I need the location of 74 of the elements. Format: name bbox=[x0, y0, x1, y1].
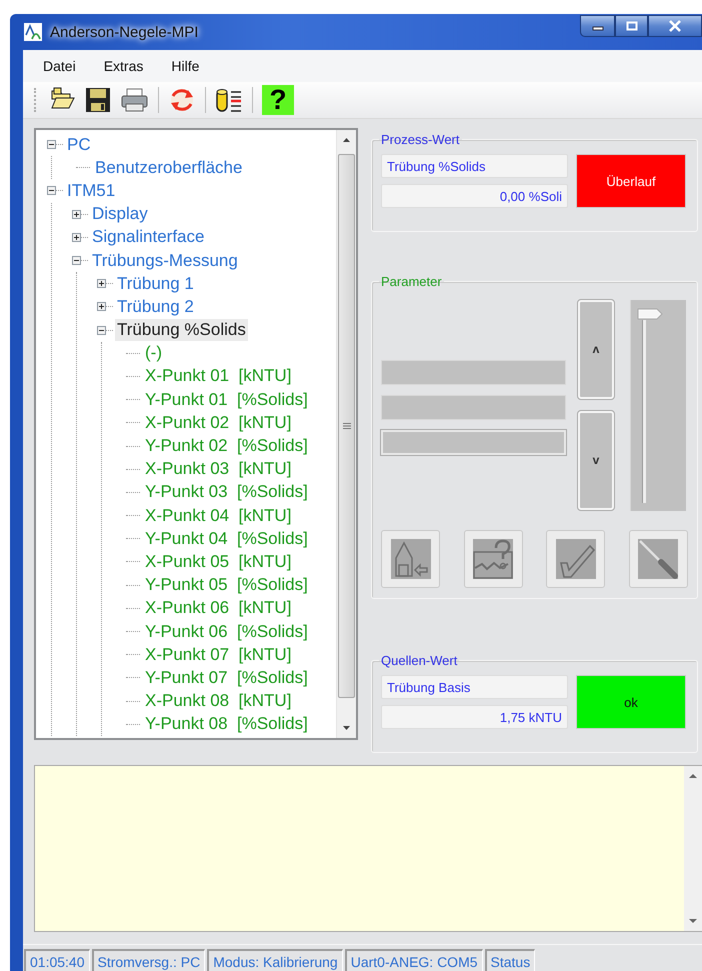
name-field: Trübung %Solids bbox=[381, 154, 568, 178]
chart-question-button[interactable] bbox=[464, 530, 523, 588]
status-text: 01:05:40 bbox=[24, 949, 90, 971]
tree-item[interactable]: Trübung 2 bbox=[115, 296, 196, 318]
value-field: 0,00 %Soli bbox=[381, 184, 568, 208]
name-field: Trübung Basis bbox=[381, 675, 568, 700]
tree-item[interactable]: Y-Punkt 06 [%Solids] bbox=[143, 620, 310, 643]
status-text: Uart0-ANEG: COM5 bbox=[344, 949, 483, 971]
tree-item[interactable]: Y-Punkt 02 [%Solids] bbox=[143, 435, 310, 458]
tree-item[interactable]: Y-Punkt 03 [%Solids] bbox=[143, 481, 310, 504]
tree-item[interactable]: Benutzeroberfläche bbox=[93, 156, 244, 179]
floppy-icon[interactable] bbox=[85, 87, 113, 113]
tree-item[interactable]: Y-Punkt 08 [%Solids] bbox=[143, 713, 310, 736]
scrollbar[interactable] bbox=[684, 766, 702, 931]
screwdriver-icon bbox=[637, 538, 680, 580]
house-arrow-button[interactable] bbox=[381, 530, 440, 588]
expand-icon[interactable] bbox=[97, 279, 106, 288]
close-button[interactable] bbox=[648, 15, 702, 37]
tree-item[interactable]: Y-Punkt 04 [%Solids] bbox=[143, 528, 310, 550]
menu-item[interactable]: Extras bbox=[94, 55, 152, 77]
screwdriver-button[interactable] bbox=[628, 530, 688, 588]
maximize-button[interactable] bbox=[615, 15, 648, 37]
check-icon bbox=[554, 538, 597, 580]
tree-item[interactable]: Trübung %Solids bbox=[115, 319, 248, 342]
expand-icon[interactable] bbox=[97, 302, 106, 312]
tree-item[interactable]: Trübungs-Messung bbox=[90, 250, 240, 272]
status-text: Modus: Kalibrierung bbox=[207, 949, 343, 971]
printer-icon[interactable] bbox=[121, 87, 149, 113]
slider-track[interactable] bbox=[630, 300, 686, 511]
tree-item[interactable]: Display bbox=[90, 203, 150, 226]
app-icon bbox=[24, 23, 42, 41]
database-list-icon[interactable] bbox=[215, 87, 243, 113]
tree-item[interactable]: Trübung 1 bbox=[115, 272, 196, 295]
collapse-icon[interactable] bbox=[47, 140, 56, 150]
tree-item[interactable]: X-Punkt 02 [kNTU] bbox=[143, 412, 294, 434]
tree-item[interactable]: X-Punkt 05 [kNTU] bbox=[143, 550, 294, 573]
status-indicator: ok bbox=[576, 675, 686, 730]
expand-icon[interactable] bbox=[72, 210, 81, 219]
refresh-icon[interactable] bbox=[168, 87, 196, 113]
minimize-button[interactable] bbox=[580, 15, 615, 37]
collapse-icon[interactable] bbox=[47, 186, 56, 196]
tree-item[interactable]: X-Punkt 08 [kNTU] bbox=[143, 690, 294, 712]
tree-item[interactable]: Signalinterface bbox=[90, 226, 206, 248]
value-field: 1,75 kNTU bbox=[381, 705, 568, 730]
tree-item[interactable]: X-Punkt 07 [kNTU] bbox=[143, 644, 294, 666]
tree-item[interactable]: Y-Punkt 07 [%Solids] bbox=[143, 666, 310, 689]
tree-item[interactable]: (-) bbox=[143, 342, 164, 364]
scrollbar[interactable] bbox=[336, 130, 356, 738]
tree-item[interactable]: ITM51 bbox=[65, 180, 118, 202]
chart-question-icon bbox=[472, 538, 514, 580]
group-title: Quellen-Wert bbox=[380, 653, 458, 668]
collapse-icon[interactable] bbox=[72, 256, 81, 266]
grip-icon bbox=[342, 423, 350, 429]
maximize-icon bbox=[626, 21, 638, 31]
check-button[interactable] bbox=[546, 530, 606, 588]
group-title: Parameter bbox=[380, 274, 443, 289]
help-button[interactable]: ? bbox=[262, 85, 294, 115]
tree-item[interactable]: X-Punkt 01 [kNTU] bbox=[143, 365, 294, 388]
window-title: Anderson-Negele-MPI bbox=[50, 24, 198, 40]
status-text: Status bbox=[484, 949, 536, 971]
menu-item[interactable]: Hilfe bbox=[162, 55, 208, 77]
tree-item[interactable]: Y-Punkt 01 [%Solids] bbox=[143, 388, 310, 411]
close-icon bbox=[668, 20, 682, 32]
expand-icon[interactable] bbox=[72, 232, 81, 242]
tree-item[interactable]: X-Punkt 03 [kNTU] bbox=[143, 458, 294, 480]
tree-item[interactable]: X-Punkt 06 [kNTU] bbox=[143, 597, 294, 620]
tree-item[interactable]: Y-Punkt 05 [%Solids] bbox=[143, 574, 310, 596]
menu-item[interactable]: Datei bbox=[34, 55, 85, 77]
group-title: Prozess-Wert bbox=[380, 132, 460, 147]
tree-item[interactable]: PC bbox=[65, 134, 93, 156]
status-text: Stromversg.: PC bbox=[92, 949, 206, 971]
status-indicator: Überlauf bbox=[576, 154, 686, 208]
collapse-icon[interactable] bbox=[97, 326, 106, 335]
tree-item[interactable]: X-Punkt 04 [kNTU] bbox=[143, 504, 294, 527]
